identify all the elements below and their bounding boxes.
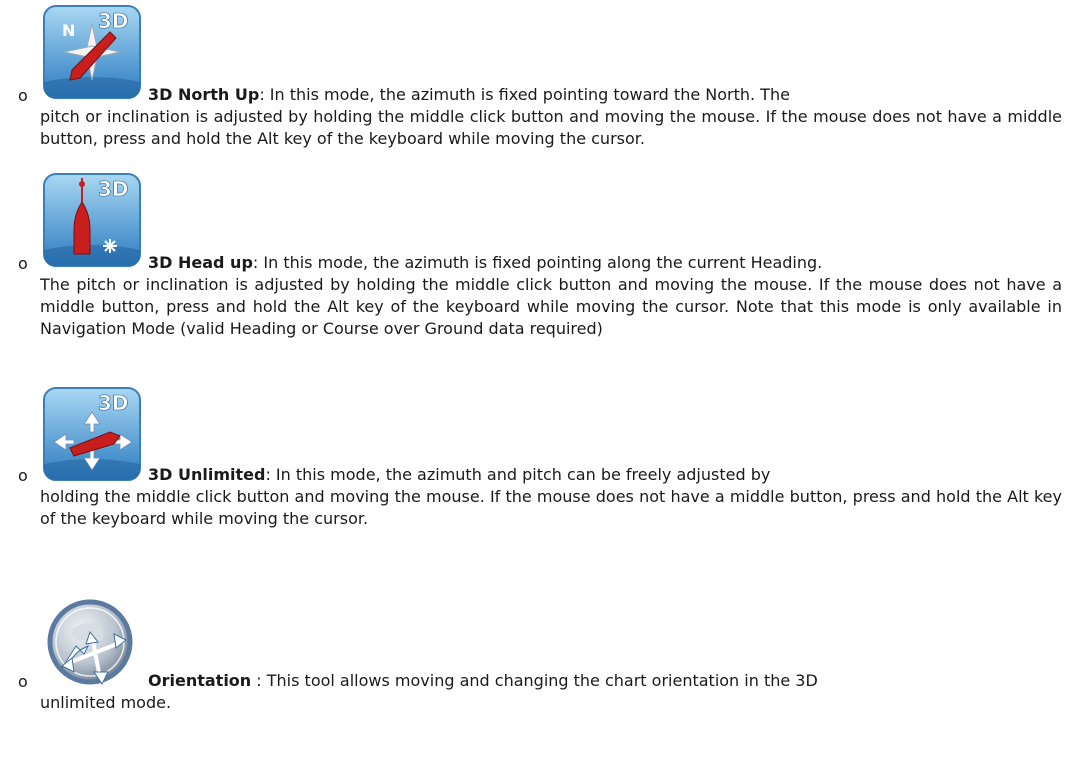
item-desc-first: This tool allows moving and changing the…	[261, 671, 818, 690]
item-desc-rest: The pitch or inclination is adjusted by …	[40, 275, 1062, 338]
north-label: N	[62, 21, 75, 40]
item-desc-first: In this mode, the azimuth is fixed point…	[258, 253, 823, 272]
item-term: Orientation	[148, 671, 252, 690]
item-text: Orientation : This tool allows moving an…	[40, 670, 1062, 714]
item-text: 3D Head up: In this mode, the azimuth is…	[40, 253, 1062, 338]
icon-3d-label: 3D	[98, 9, 129, 33]
item-desc-rest: unlimited mode.	[40, 693, 172, 712]
bullet: o	[18, 672, 28, 691]
bullet: o	[18, 466, 28, 485]
item-term: 3D Head up	[148, 253, 253, 272]
bullet: o	[18, 86, 28, 105]
item-desc-rest: pitch or inclination is adjusted by hold…	[40, 107, 1062, 148]
bullet: o	[18, 254, 28, 273]
item-desc-rest: holding the middle click button and movi…	[40, 487, 1062, 528]
item-term: 3D Unlimited	[148, 465, 266, 484]
item-desc-first: In this mode, the azimuth is fixed point…	[264, 85, 790, 104]
item-term: 3D North Up	[148, 85, 260, 104]
icon-3d-label: 3D	[98, 177, 129, 201]
item-text: 3D North Up: In this mode, the azimuth i…	[40, 85, 1062, 148]
item-text: 3D Unlimited: In this mode, the azimuth …	[40, 465, 1062, 528]
item-desc-first: In this mode, the azimuth and pitch can …	[270, 465, 771, 484]
icon-3d-label: 3D	[98, 391, 129, 415]
